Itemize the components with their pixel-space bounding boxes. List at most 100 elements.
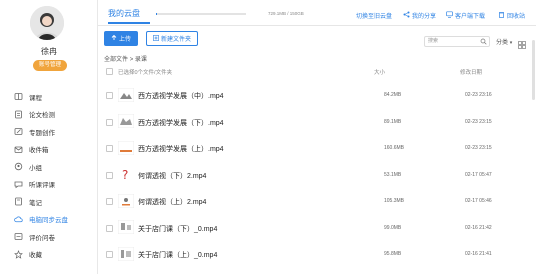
video-thumbnail-icon bbox=[118, 246, 134, 261]
row-checkbox[interactable] bbox=[106, 92, 113, 99]
my-share-link[interactable]: 我的分享 bbox=[403, 11, 436, 20]
sort-dropdown[interactable]: 分类 ▾ bbox=[496, 37, 512, 46]
file-size: 105.3MB bbox=[384, 198, 405, 204]
upload-button[interactable]: 上传 bbox=[104, 31, 138, 46]
plus-icon bbox=[153, 34, 159, 43]
switch-old-cloud-label: 切换至旧云盘 bbox=[356, 14, 393, 20]
main-panel: 我的云盘 729.1MB / 150GB 切换至旧云盘 我的分享 客户端下载 回… bbox=[98, 0, 536, 274]
breadcrumb-root[interactable]: 全部文件 bbox=[104, 57, 128, 63]
row-checkbox[interactable] bbox=[106, 171, 113, 179]
sidebar-item-courses[interactable]: 课程 bbox=[0, 88, 98, 106]
inbox-icon bbox=[14, 145, 23, 154]
sidebar-item-label: 电脑同步云盘 bbox=[29, 217, 68, 225]
row-checkbox[interactable] bbox=[106, 118, 113, 126]
row-checkbox[interactable] bbox=[106, 251, 113, 258]
search-icon[interactable] bbox=[480, 38, 487, 49]
row-checkbox[interactable] bbox=[106, 224, 113, 232]
file-name[interactable]: 何谓透视（上）2.mp4 bbox=[138, 197, 206, 207]
edit-icon bbox=[14, 127, 23, 136]
row-checkbox[interactable] bbox=[106, 145, 113, 152]
sidebar-item-label: 小组 bbox=[29, 164, 42, 172]
new-folder-button[interactable]: 新建文件夹 bbox=[146, 31, 198, 46]
tab-my-cloud[interactable]: 我的云盘 bbox=[108, 8, 140, 19]
file-row[interactable]: ? 何谓透视（下）2.mp4 53.1MB 02-17 05:47 bbox=[98, 162, 536, 189]
sidebar-item-label: 笔记 bbox=[29, 199, 42, 207]
row-checkbox[interactable] bbox=[106, 198, 113, 205]
sidebar-item-label: 收藏 bbox=[29, 252, 42, 260]
sidebar-item-survey[interactable]: 评价问卷 bbox=[0, 228, 98, 246]
breadcrumb: 全部文件 > 录课 bbox=[104, 54, 147, 63]
video-thumbnail-icon bbox=[118, 220, 134, 235]
sidebar-item-topic-creation[interactable]: 专题创作 bbox=[0, 123, 98, 141]
file-name[interactable]: 关于店门课（上）_0.mp4 bbox=[138, 250, 217, 260]
column-date-header[interactable]: 修改日期 bbox=[460, 68, 482, 76]
file-date: 02-23 23:15 bbox=[465, 118, 492, 125]
file-name[interactable]: 西方透视学发展（上）.mp4 bbox=[138, 144, 224, 154]
select-all-checkbox[interactable] bbox=[106, 68, 113, 75]
file-row[interactable]: 西方透视学发展（下）.mp4 89.1MB 02-23 23:15 bbox=[98, 109, 536, 136]
username: 徐冉 bbox=[41, 47, 57, 56]
video-thumbnail-icon bbox=[118, 87, 134, 102]
document-check-icon bbox=[14, 110, 23, 119]
sidebar-item-notes[interactable]: 笔记 bbox=[0, 193, 98, 211]
file-date: 02-17 05:47 bbox=[465, 171, 492, 178]
file-date: 02-23 23:16 bbox=[465, 92, 492, 98]
view-switch[interactable] bbox=[518, 36, 526, 54]
sidebar-item-label: 收件箱 bbox=[29, 147, 49, 155]
grid-view-icon[interactable] bbox=[518, 36, 526, 53]
account-settings-badge[interactable]: 账号管理 bbox=[33, 60, 67, 71]
file-row[interactable]: 西方透视学发展（上）.mp4 160.6MB 02-23 23:15 bbox=[98, 135, 536, 162]
file-name[interactable]: 关于店门课（下）_0.mp4 bbox=[138, 224, 217, 234]
quota-bar-fill bbox=[156, 13, 158, 15]
file-date: 02-23 23:15 bbox=[465, 145, 492, 151]
file-name[interactable]: 西方透视学发展（下）.mp4 bbox=[138, 118, 224, 128]
file-row[interactable]: 关于店门课（上）_0.mp4 95.8MB 02-16 21:41 bbox=[98, 241, 536, 268]
video-thumbnail-icon bbox=[118, 114, 134, 129]
file-row[interactable]: 关于店门课（下）_0.mp4 99.0MB 02-16 21:42 bbox=[98, 215, 536, 242]
file-date: 02-16 21:41 bbox=[465, 251, 492, 257]
sort-label: 分类 bbox=[496, 40, 509, 46]
client-download-link[interactable]: 客户端下载 bbox=[446, 11, 485, 20]
chevron-down-icon: ▾ bbox=[509, 40, 513, 46]
file-name[interactable]: 何谓透视（下）2.mp4 bbox=[138, 171, 206, 181]
avatar[interactable] bbox=[30, 6, 64, 40]
upload-icon bbox=[111, 34, 117, 43]
file-size: 99.0MB bbox=[384, 224, 402, 231]
client-download-label: 客户端下载 bbox=[455, 14, 486, 20]
switch-old-cloud-link[interactable]: 切换至旧云盘 bbox=[356, 11, 392, 20]
sidebar: 徐冉 账号管理 课程 论文检测 专题创作 收件箱 小组 听课评课 笔记 电脑同步… bbox=[0, 0, 98, 274]
survey-icon bbox=[14, 232, 23, 241]
file-date: 02-16 21:42 bbox=[465, 224, 492, 231]
file-list: 西方透视学发展（中）.mp4 84.2MB 02-23 23:16 西方透视学发展（下… bbox=[98, 82, 536, 268]
upload-label: 上传 bbox=[118, 37, 131, 43]
search-input[interactable]: 搜索 bbox=[424, 36, 490, 47]
quota-text: 729.1MB / 150GB bbox=[268, 11, 304, 16]
scrollbar[interactable] bbox=[532, 40, 535, 100]
breadcrumb-separator: > bbox=[129, 57, 134, 63]
toolbar: 上传 新建文件夹 搜索 分类 ▾ bbox=[98, 30, 536, 49]
tab-underline bbox=[108, 22, 150, 24]
sidebar-item-favorites[interactable]: 收藏 bbox=[0, 246, 98, 264]
file-size: 84.2MB bbox=[384, 92, 402, 98]
column-size-header[interactable]: 大小 bbox=[374, 68, 385, 76]
comment-icon bbox=[14, 180, 23, 189]
sidebar-item-inbox[interactable]: 收件箱 bbox=[0, 141, 98, 159]
sidebar-item-cloud-drive[interactable]: 电脑同步云盘 bbox=[0, 211, 98, 229]
file-size: 89.1MB bbox=[384, 118, 402, 125]
group-icon bbox=[14, 162, 23, 171]
file-row[interactable]: 何谓透视（上）2.mp4 105.3MB 02-17 05:46 bbox=[98, 188, 536, 215]
star-icon bbox=[14, 249, 23, 259]
sidebar-item-paper-check[interactable]: 论文检测 bbox=[0, 106, 98, 124]
file-size: 160.6MB bbox=[384, 145, 405, 151]
breadcrumb-current: 录课 bbox=[134, 57, 147, 63]
file-row[interactable]: 西方透视学发展（中）.mp4 84.2MB 02-23 23:16 bbox=[98, 82, 536, 109]
file-name[interactable]: 西方透视学发展（中）.mp4 bbox=[138, 91, 224, 101]
monitor-icon bbox=[446, 11, 453, 20]
quota-bar bbox=[156, 13, 246, 15]
share-icon bbox=[403, 11, 410, 20]
video-thumbnail-icon bbox=[118, 193, 134, 208]
video-thumbnail-icon bbox=[118, 140, 134, 155]
sidebar-item-lesson-review[interactable]: 听课评课 bbox=[0, 176, 98, 194]
recycle-bin-link[interactable]: 回收站 bbox=[498, 11, 525, 20]
sidebar-item-groups[interactable]: 小组 bbox=[0, 158, 98, 176]
